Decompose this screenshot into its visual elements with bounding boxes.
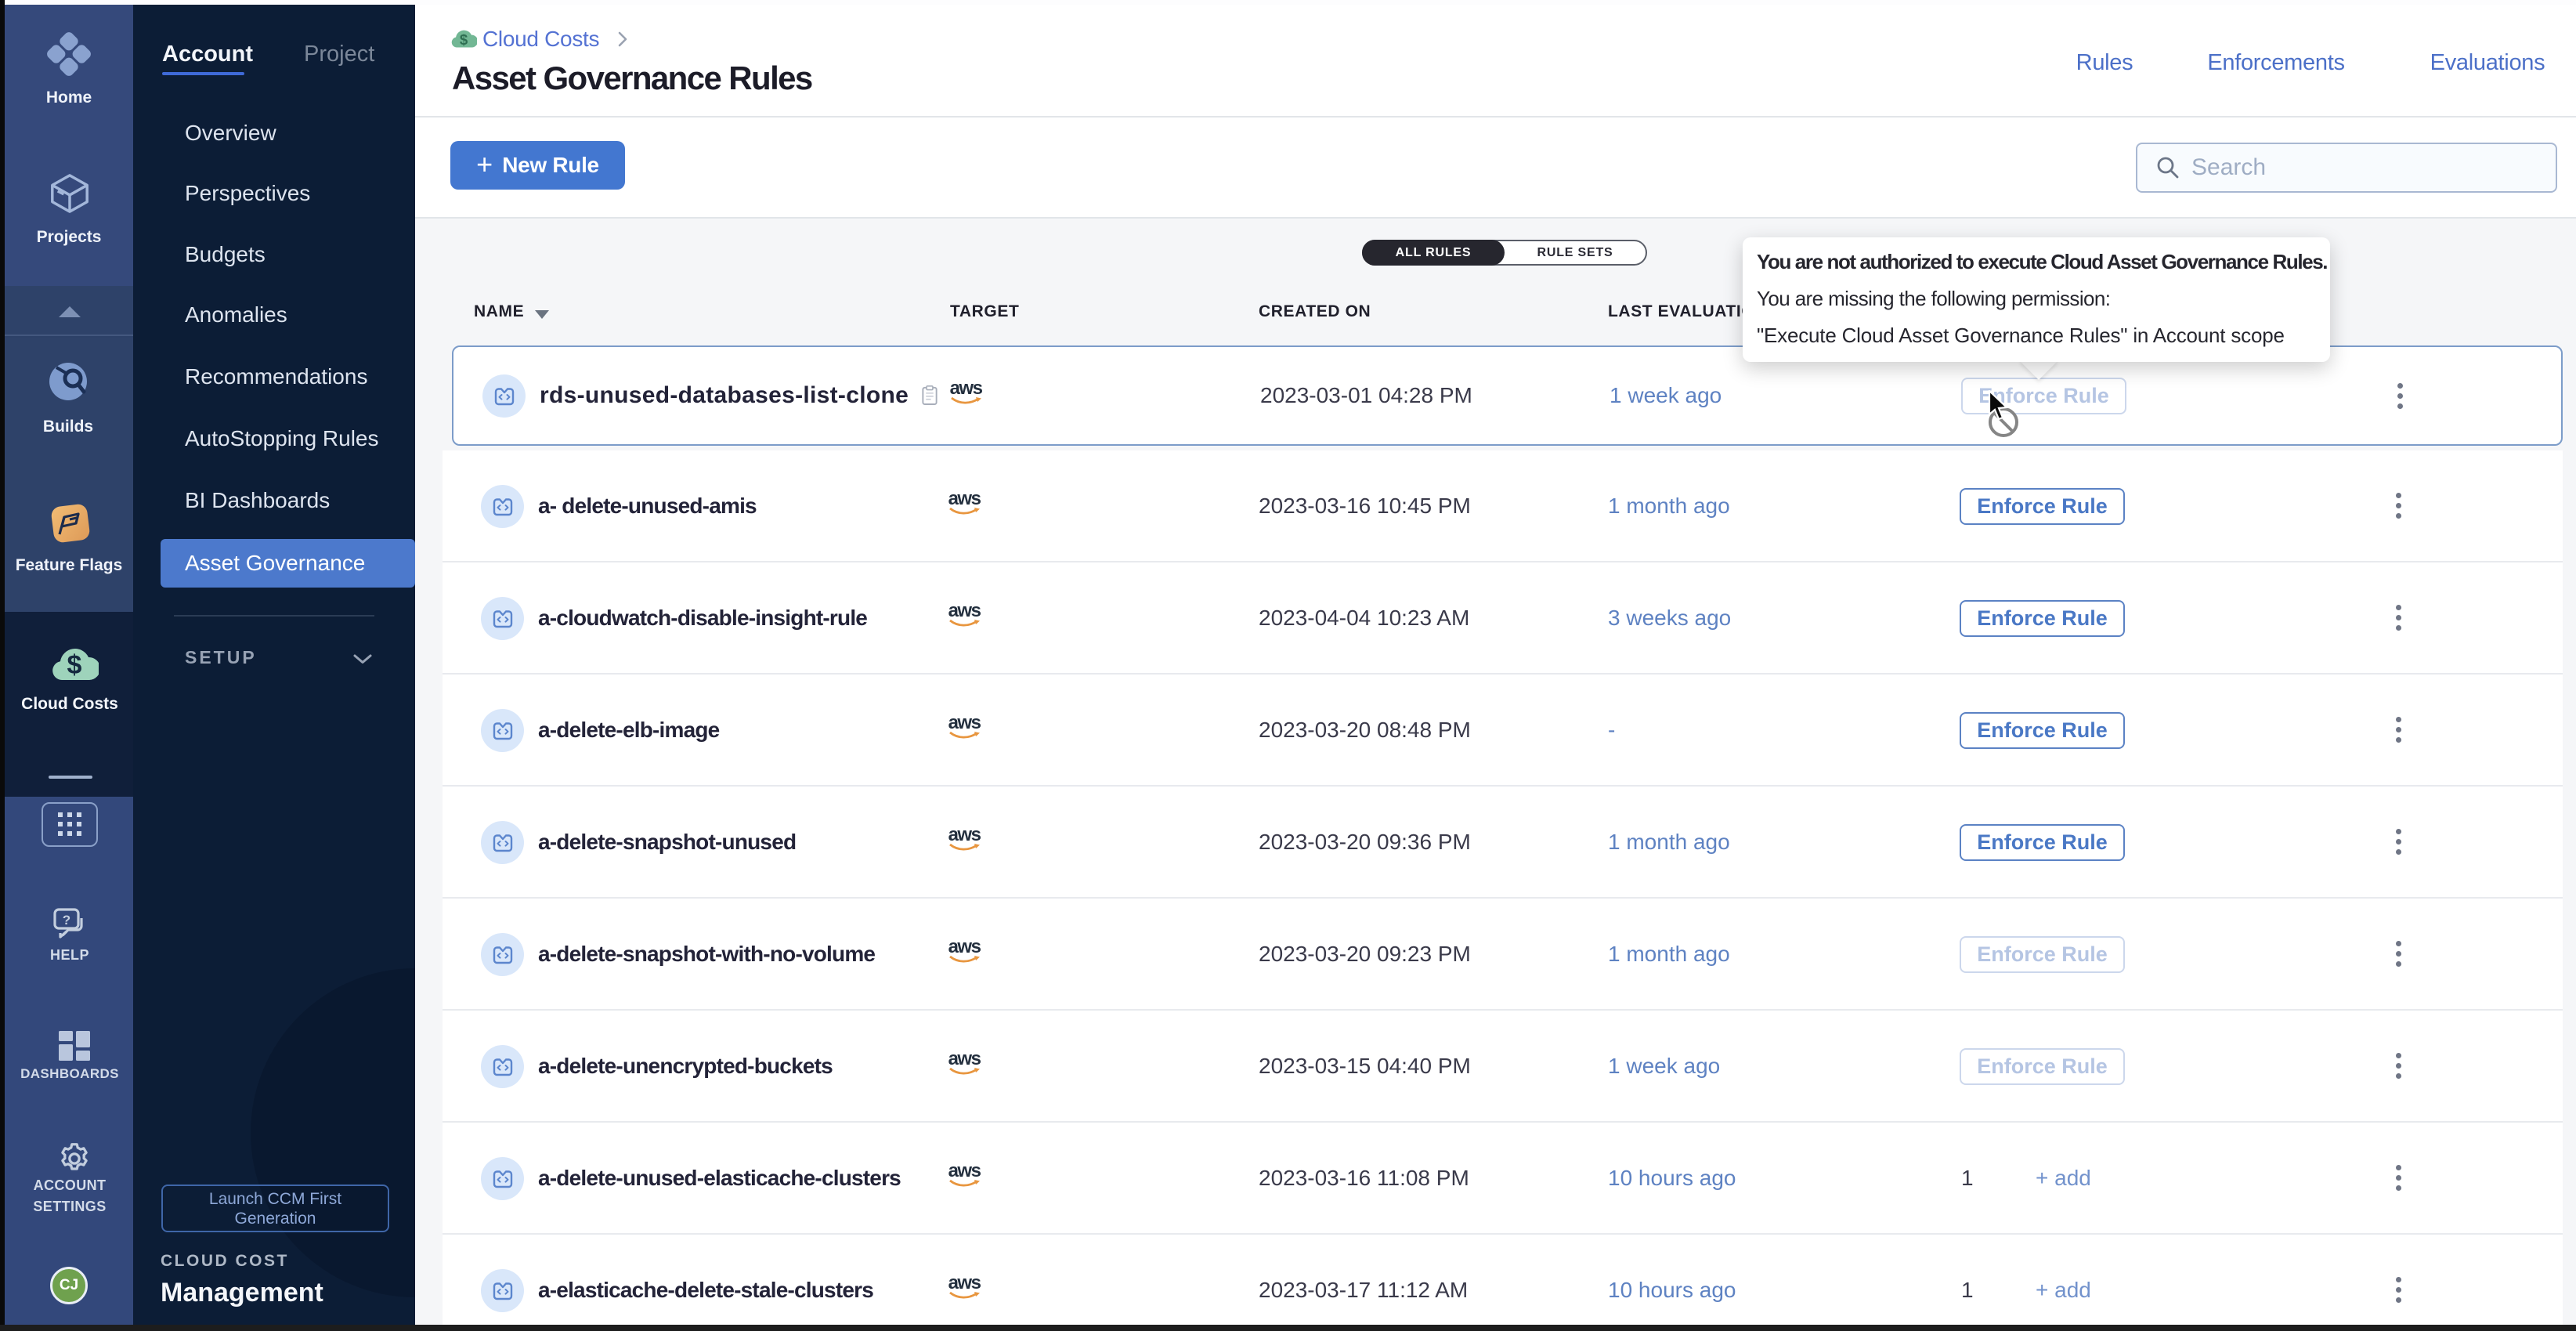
svg-text:$: $ — [67, 650, 82, 680]
svg-text:$: $ — [460, 31, 468, 48]
svg-text:?: ? — [63, 913, 70, 928]
